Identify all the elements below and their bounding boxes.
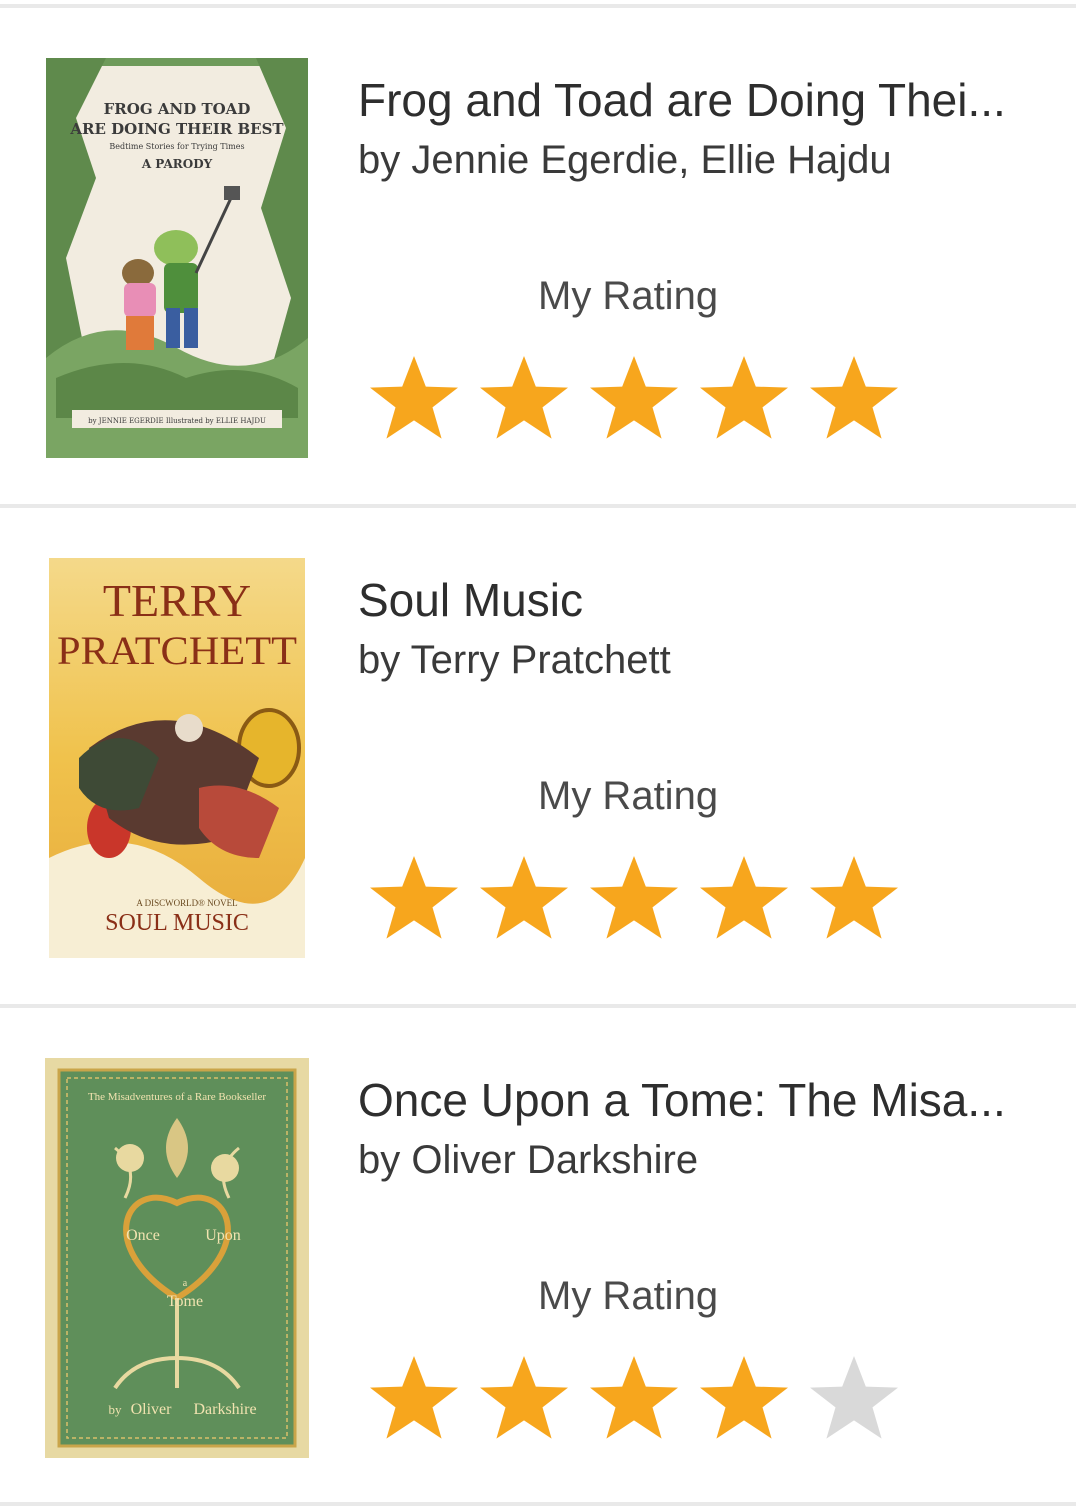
book-author: by Jennie Egerdie, Ellie Hajdu [358, 138, 892, 182]
cover-1-credit: by JENNIE EGERDIE Illustrated by ELLIE H… [88, 417, 266, 425]
divider [0, 1502, 1076, 1506]
my-rating-label: My Rating [538, 1274, 719, 1318]
star-icon[interactable] [586, 1350, 682, 1446]
book-cover-2[interactable]: TERRY PRATCHETT A DISCWORLD® NOVEL SOUL … [49, 558, 305, 958]
cover-1-line1: FROG AND TOAD [104, 100, 251, 118]
cover-2-line3: A DISCWORLD® NOVEL [136, 898, 237, 908]
cover-1-line3: Bedtime Stories for Trying Times [109, 142, 244, 151]
cover-2-line2: PRATCHETT [57, 628, 297, 673]
star-rating[interactable] [366, 850, 916, 946]
star-icon[interactable] [806, 350, 902, 446]
cover-2-line4: SOUL MUSIC [105, 910, 249, 936]
star-icon[interactable] [366, 1350, 462, 1446]
star-icon[interactable] [586, 850, 682, 946]
cover-3-line5: Tome [167, 1293, 203, 1310]
my-rating-label: My Rating [538, 274, 719, 318]
book-cover-3[interactable]: The Misadventures of a Rare Bookseller O… [45, 1058, 309, 1458]
star-icon[interactable] [366, 350, 462, 446]
star-rating[interactable] [366, 1350, 916, 1446]
cover-3-line6: by [109, 1402, 123, 1417]
cover-3-line2: Once [126, 1227, 160, 1244]
star-icon[interactable] [586, 350, 682, 446]
star-icon[interactable] [696, 1350, 792, 1446]
book-title[interactable]: Frog and Toad are Doing Thei... [358, 72, 1038, 128]
cover-1-line2: ARE DOING THEIR BEST [69, 120, 284, 138]
star-icon[interactable] [696, 350, 792, 446]
cover-3-line8: Darkshire [193, 1401, 256, 1418]
book-list: FROG AND TOAD ARE DOING THEIR BEST Bedti… [0, 0, 1076, 1506]
book-cover-1[interactable]: FROG AND TOAD ARE DOING THEIR BEST Bedti… [46, 58, 308, 458]
book-row-1[interactable]: FROG AND TOAD ARE DOING THEIR BEST Bedti… [0, 8, 1076, 508]
book-title[interactable]: Soul Music [358, 572, 1038, 628]
book-title[interactable]: Once Upon a Tome: The Misa... [358, 1072, 1038, 1128]
cover-3-line4: a [183, 1278, 188, 1289]
star-icon[interactable] [806, 1350, 902, 1446]
book-author: by Oliver Darkshire [358, 1138, 699, 1182]
star-icon[interactable] [476, 1350, 572, 1446]
cover-3-line3: Upon [205, 1227, 241, 1244]
star-rating[interactable] [366, 350, 916, 446]
book-row-2[interactable]: TERRY PRATCHETT A DISCWORLD® NOVEL SOUL … [0, 508, 1076, 1008]
book-row-3[interactable]: The Misadventures of a Rare Bookseller O… [0, 1008, 1076, 1506]
my-rating-label: My Rating [538, 774, 719, 818]
book-author: by Terry Pratchett [358, 638, 671, 682]
star-icon[interactable] [476, 850, 572, 946]
star-icon[interactable] [806, 850, 902, 946]
cover-2-line1: TERRY [103, 575, 251, 626]
star-icon[interactable] [366, 850, 462, 946]
cover-3-line1: The Misadventures of a Rare Bookseller [88, 1091, 266, 1103]
cover-1-line4: A PARODY [141, 157, 213, 171]
star-icon[interactable] [476, 350, 572, 446]
star-icon[interactable] [696, 850, 792, 946]
cover-3-line7: Oliver [131, 1401, 173, 1418]
